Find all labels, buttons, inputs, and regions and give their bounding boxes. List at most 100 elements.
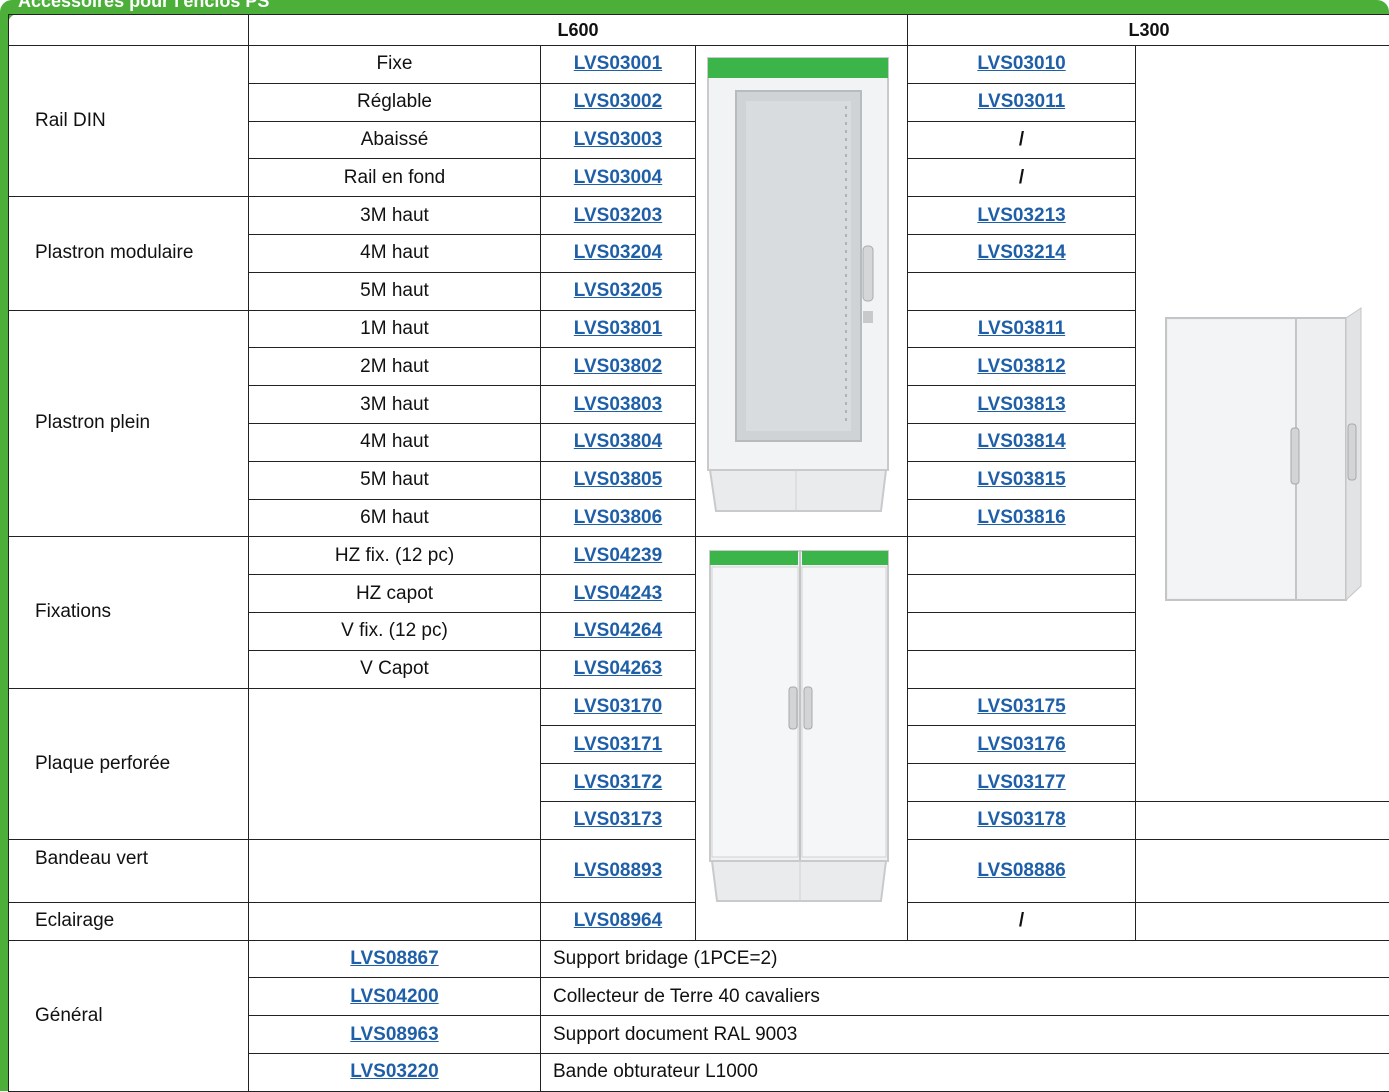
ref-link[interactable]: LVS08893 bbox=[574, 860, 662, 881]
ref-link[interactable]: LVS03803 bbox=[574, 394, 662, 415]
item-label: 3M haut bbox=[249, 197, 541, 235]
ref-link[interactable]: LVS03811 bbox=[978, 318, 1065, 339]
item-label: 4M haut bbox=[249, 423, 541, 461]
empty-cell bbox=[1136, 902, 1389, 940]
general-ref-cell: LVS08867 bbox=[249, 940, 541, 978]
general-ref-cell: LVS04200 bbox=[249, 978, 541, 1016]
ref-link[interactable]: LVS03806 bbox=[574, 507, 662, 528]
ref-link[interactable]: LVS08886 bbox=[977, 860, 1065, 881]
general-description: Support bridage (1PCE=2) bbox=[541, 940, 1389, 978]
ref-link[interactable]: LVS04264 bbox=[574, 620, 662, 641]
ref-link[interactable]: LVS08867 bbox=[350, 948, 438, 969]
l300-ref-cell: LVS03011 bbox=[908, 83, 1136, 121]
ref-link[interactable]: LVS04243 bbox=[574, 583, 662, 604]
l300-ref-cell: LVS03175 bbox=[908, 688, 1136, 726]
l300-ref-cell: LVS03213 bbox=[908, 197, 1136, 235]
l600-ref-cell: LVS03172 bbox=[541, 764, 696, 802]
l300-ref-cell: LVS08886 bbox=[908, 839, 1136, 902]
image-cell-l300 bbox=[1136, 46, 1389, 802]
item-label: Réglable bbox=[249, 83, 541, 121]
category-bandeau-vert: Bandeau vert bbox=[9, 839, 249, 902]
ref-link[interactable]: LVS03176 bbox=[977, 734, 1065, 755]
ref-link[interactable]: LVS03170 bbox=[574, 696, 662, 717]
image-cell-glass-door bbox=[696, 46, 908, 537]
ref-link[interactable]: LVS04200 bbox=[350, 986, 438, 1007]
l600-ref-cell: LVS04263 bbox=[541, 650, 696, 688]
ref-link[interactable]: LVS08964 bbox=[574, 910, 662, 931]
category-eclairage: Eclairage bbox=[9, 902, 249, 940]
ref-link[interactable]: LVS03815 bbox=[977, 469, 1065, 490]
ref-link[interactable]: LVS03001 bbox=[574, 53, 662, 74]
ref-link[interactable]: LVS03213 bbox=[977, 205, 1065, 226]
table-row: Rail DIN Fixe LVS03001 LVS03010 bbox=[9, 46, 1389, 84]
l300-ref-cell bbox=[908, 612, 1136, 650]
ref-link[interactable]: LVS03816 bbox=[977, 507, 1065, 528]
ref-link[interactable]: LVS03804 bbox=[574, 431, 662, 452]
l300-ref-cell: LVS03178 bbox=[908, 801, 1136, 839]
ref-link[interactable]: LVS03175 bbox=[977, 696, 1065, 717]
l600-ref-cell: LVS03801 bbox=[541, 310, 696, 348]
item-label: 1M haut bbox=[249, 310, 541, 348]
ref-link[interactable]: LVS04239 bbox=[574, 545, 662, 566]
corner-cell bbox=[9, 15, 249, 46]
ref-link[interactable]: LVS03011 bbox=[978, 91, 1065, 112]
enclosure-l300-icon bbox=[1136, 46, 1389, 786]
ref-link[interactable]: LVS08963 bbox=[350, 1024, 438, 1045]
ref-link[interactable]: LVS03805 bbox=[574, 469, 662, 490]
item-label bbox=[249, 839, 541, 902]
l300-ref-cell: LVS03815 bbox=[908, 461, 1136, 499]
item-label: HZ fix. (12 pc) bbox=[249, 537, 541, 575]
image-cell-double-door bbox=[696, 537, 908, 940]
ref-link[interactable]: LVS04263 bbox=[574, 658, 662, 679]
ref-link[interactable]: LVS03172 bbox=[574, 772, 662, 793]
general-description: Collecteur de Terre 40 cavaliers bbox=[541, 978, 1389, 1016]
l600-ref-cell: LVS03802 bbox=[541, 348, 696, 386]
category-plaque-perforee: Plaque perforée bbox=[9, 688, 249, 839]
l300-ref-cell bbox=[908, 575, 1136, 613]
ref-link[interactable]: LVS03802 bbox=[574, 356, 662, 377]
ref-link[interactable]: LVS03801 bbox=[574, 318, 662, 339]
l300-ref-cell: LVS03214 bbox=[908, 234, 1136, 272]
ref-link[interactable]: LVS03204 bbox=[574, 242, 662, 263]
category-fixations: Fixations bbox=[9, 537, 249, 688]
ref-link[interactable]: LVS03002 bbox=[574, 91, 662, 112]
ref-link[interactable]: LVS03205 bbox=[574, 280, 662, 301]
l300-ref-cell: / bbox=[908, 902, 1136, 940]
l600-ref-cell: LVS03004 bbox=[541, 159, 696, 197]
ref-link[interactable]: LVS03812 bbox=[977, 356, 1065, 377]
category-general: Général bbox=[9, 940, 249, 1091]
ref-link[interactable]: LVS03814 bbox=[977, 431, 1065, 452]
ref-link[interactable]: LVS03003 bbox=[574, 129, 662, 150]
ref-link[interactable]: LVS03177 bbox=[977, 772, 1065, 793]
category-plastron-modulaire: Plastron modulaire bbox=[9, 197, 249, 310]
item-label: HZ capot bbox=[249, 575, 541, 613]
l300-ref-cell: LVS03812 bbox=[908, 348, 1136, 386]
l600-ref-cell: LVS03805 bbox=[541, 461, 696, 499]
l300-ref-cell: / bbox=[908, 121, 1136, 159]
category-plastron-plein: Plastron plein bbox=[9, 310, 249, 537]
ref-link[interactable]: LVS03813 bbox=[977, 394, 1065, 415]
enclosure-double-door-icon bbox=[696, 537, 906, 907]
l300-ref-cell: LVS03816 bbox=[908, 499, 1136, 537]
ref-link[interactable]: LVS03178 bbox=[977, 809, 1065, 830]
ref-link[interactable]: LVS03171 bbox=[574, 734, 662, 755]
l300-ref-cell: LVS03813 bbox=[908, 386, 1136, 424]
ref-link[interactable]: LVS03010 bbox=[977, 53, 1065, 74]
item-label: 5M haut bbox=[249, 461, 541, 499]
l300-ref-cell: LVS03176 bbox=[908, 726, 1136, 764]
ref-link[interactable]: LVS03173 bbox=[574, 809, 662, 830]
category-rail-din: Rail DIN bbox=[9, 46, 249, 197]
item-label bbox=[249, 688, 541, 839]
item-label: 6M haut bbox=[249, 499, 541, 537]
l600-ref-cell: LVS08893 bbox=[541, 839, 696, 902]
l600-ref-cell: LVS03170 bbox=[541, 688, 696, 726]
item-label: 5M haut bbox=[249, 272, 541, 310]
page-title: Accessoires pour l'enclos PS bbox=[18, 0, 269, 12]
ref-link[interactable]: LVS03203 bbox=[574, 205, 662, 226]
general-description: Support document RAL 9003 bbox=[541, 1016, 1389, 1054]
ref-link[interactable]: LVS03004 bbox=[574, 167, 662, 188]
ref-link[interactable]: LVS03214 bbox=[977, 242, 1065, 263]
l300-ref-cell bbox=[908, 272, 1136, 310]
column-header-l600: L600 bbox=[249, 15, 908, 46]
ref-link[interactable]: LVS03220 bbox=[350, 1061, 438, 1082]
